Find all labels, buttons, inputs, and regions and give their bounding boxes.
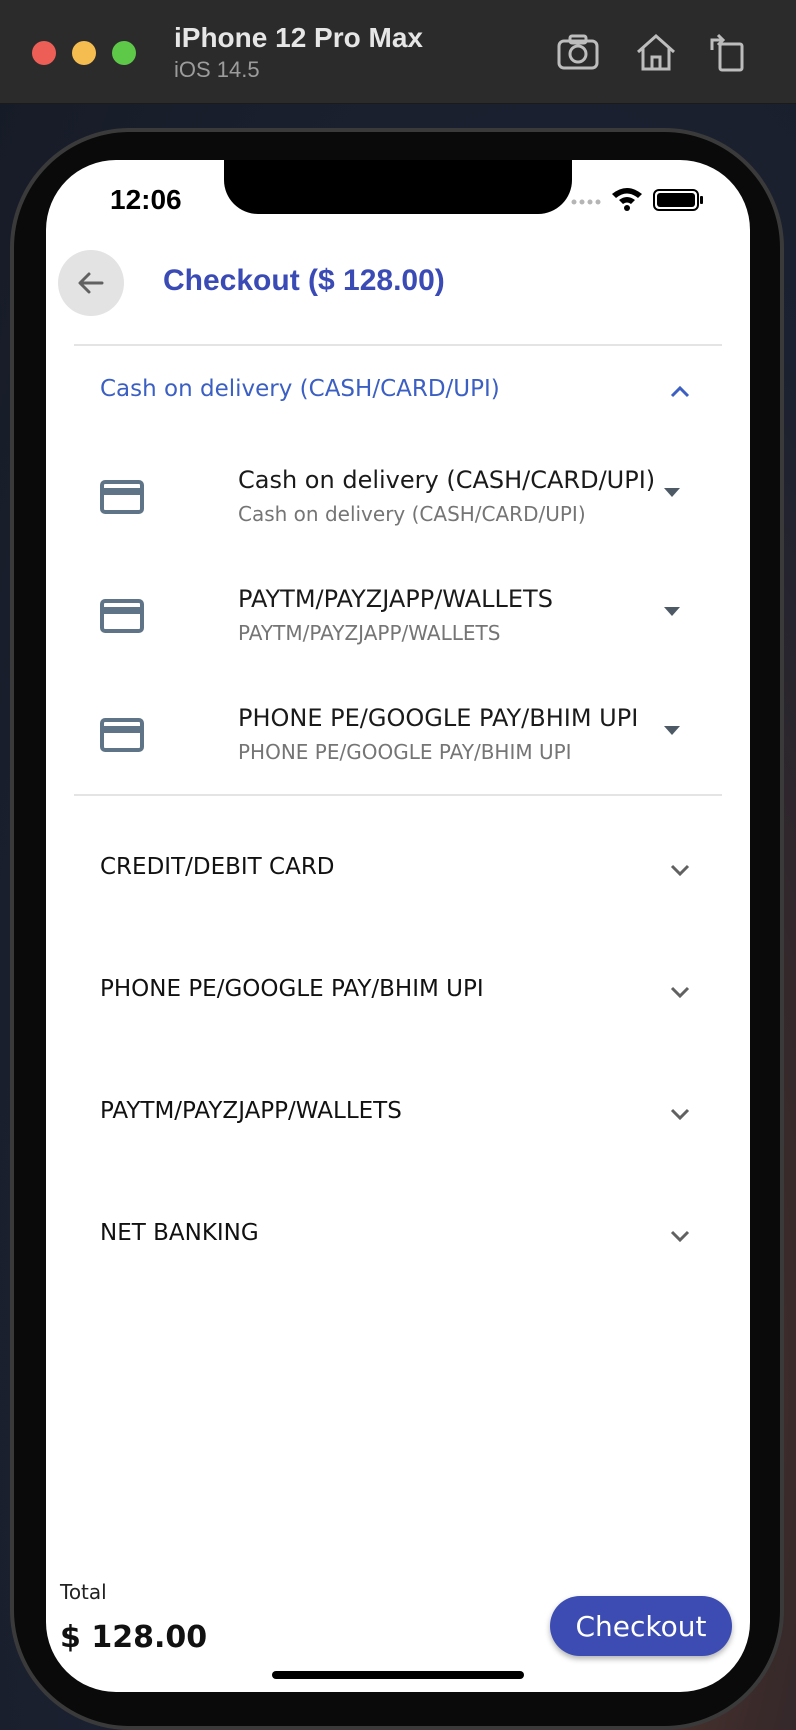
payment-option-paytm-wallets[interactable]: PAYTM/PAYZJAPP/WALLETS PAYTM/PAYZJAPP/WA… [100,585,700,675]
section-label: NET BANKING [100,1220,259,1246]
credit-card-icon [100,599,144,633]
caret-down-icon[interactable] [664,726,680,735]
option-subtitle: PAYTM/PAYZJAPP/WALLETS [238,621,501,645]
battery-icon [653,189,703,211]
section-header-paytm-wallets[interactable]: PAYTM/PAYZJAPP/WALLETS [100,1098,700,1124]
back-button[interactable] [58,250,124,316]
option-title: PHONE PE/GOOGLE PAY/BHIM UPI [238,704,639,732]
home-indicator[interactable] [272,1671,524,1679]
wifi-icon [612,188,642,211]
section-label: Cash on delivery (CASH/CARD/UPI) [100,376,500,402]
zoom-window-button[interactable] [112,41,136,65]
section-header-credit-debit-card[interactable]: CREDIT/DEBIT CARD [100,854,700,880]
page-title: Checkout ($ 128.00) [163,264,445,297]
section-label: PHONE PE/GOOGLE PAY/BHIM UPI [100,976,484,1002]
credit-card-icon [100,480,144,514]
total-value: $ 128.00 [60,1620,208,1655]
payment-option-cash-on-delivery[interactable]: Cash on delivery (CASH/CARD/UPI) Cash on… [100,466,700,556]
section-label: PAYTM/PAYZJAPP/WALLETS [100,1098,402,1124]
option-title: PAYTM/PAYZJAPP/WALLETS [238,585,553,613]
os-version: iOS 14.5 [174,57,260,82]
home-icon[interactable] [634,32,678,72]
option-subtitle: PHONE PE/GOOGLE PAY/BHIM UPI [238,740,572,764]
device-name: iPhone 12 Pro Max [174,22,423,53]
app-screen: 12:06 Checkout ($ 128.00) Cash on delive… [46,160,750,1692]
payment-option-upi[interactable]: PHONE PE/GOOGLE PAY/BHIM UPI PHONE PE/GO… [100,704,700,794]
screenshot-icon[interactable] [556,32,600,72]
checkout-button[interactable]: Checkout [550,1596,732,1656]
credit-card-icon [100,718,144,752]
chevron-down-icon[interactable] [668,1228,692,1244]
cellular-signal-icon [571,199,601,205]
chevron-down-icon[interactable] [668,1106,692,1122]
chevron-up-icon[interactable] [668,384,692,400]
notch [224,160,572,214]
chevron-down-icon[interactable] [668,984,692,1000]
arrow-left-icon [78,272,104,294]
total-label: Total [60,1580,107,1604]
chevron-down-icon[interactable] [668,862,692,878]
section-header-upi[interactable]: PHONE PE/GOOGLE PAY/BHIM UPI [100,976,700,1002]
option-title: Cash on delivery (CASH/CARD/UPI) [238,466,656,494]
close-window-button[interactable] [32,41,56,65]
status-icons [571,188,703,211]
header-divider [74,344,722,346]
section-divider [74,794,722,796]
status-time: 12:06 [110,184,182,215]
section-header-net-banking[interactable]: NET BANKING [100,1220,700,1246]
caret-down-icon[interactable] [664,488,680,497]
section-header-cash-on-delivery[interactable]: Cash on delivery (CASH/CARD/UPI) [100,376,700,402]
option-subtitle: Cash on delivery (CASH/CARD/UPI) [238,502,586,526]
caret-down-icon[interactable] [664,607,680,616]
minimize-window-button[interactable] [72,41,96,65]
section-label: CREDIT/DEBIT CARD [100,854,335,880]
simulator-title-bar: iPhone 12 Pro Max iOS 14.5 [0,0,796,104]
rotate-icon[interactable] [706,32,750,72]
